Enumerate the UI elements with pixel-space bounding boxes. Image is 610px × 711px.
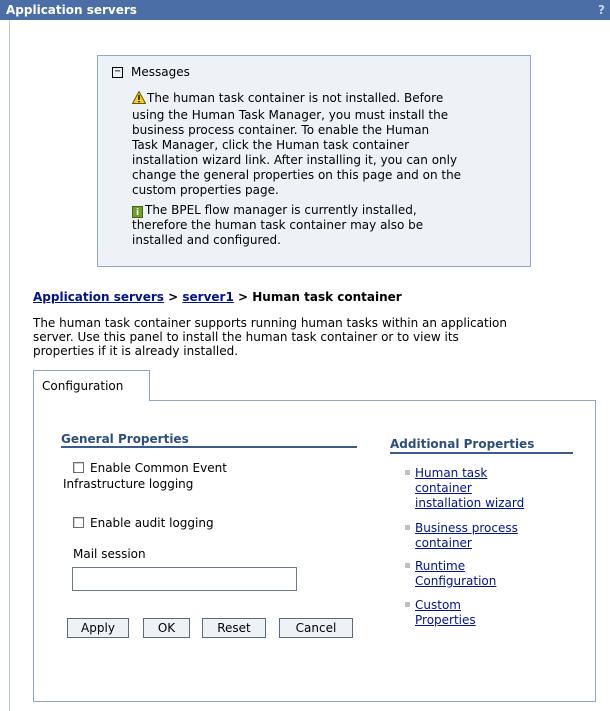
link-line: installation wizard bbox=[415, 496, 525, 510]
info-message: i The BPEL flow manager is currently inst… bbox=[132, 203, 516, 248]
additional-properties-title: Additional Properties bbox=[390, 437, 535, 451]
warning-line: installation wizard link. After installi… bbox=[132, 153, 458, 167]
mail-session-input[interactable] bbox=[72, 567, 297, 591]
tab-configuration[interactable]: Configuration bbox=[33, 370, 150, 401]
bullet-icon bbox=[405, 525, 410, 530]
link-line: Business process bbox=[415, 521, 518, 535]
link-line: Configuration bbox=[415, 574, 497, 588]
warning-icon bbox=[131, 90, 147, 108]
bullet-icon bbox=[405, 602, 410, 607]
reset-button[interactable]: Reset bbox=[202, 618, 266, 638]
list-item: Human task container installation wizard bbox=[405, 466, 565, 511]
section-divider bbox=[390, 452, 573, 454]
breadcrumb-separator: > bbox=[233, 290, 253, 304]
business-process-container-link[interactable]: Business process container bbox=[415, 521, 565, 551]
messages-header-label: Messages bbox=[131, 65, 190, 79]
messages-header[interactable]: − Messages bbox=[112, 65, 190, 79]
link-line: container bbox=[415, 536, 472, 550]
bullet-icon bbox=[405, 470, 410, 475]
breadcrumb-link-application-servers[interactable]: Application servers bbox=[33, 290, 164, 304]
section-divider bbox=[61, 446, 357, 448]
cei-logging-checkbox[interactable] bbox=[73, 462, 84, 473]
ok-button[interactable]: OK bbox=[143, 618, 190, 638]
warning-line: change the general properties on this pa… bbox=[132, 168, 462, 182]
bullet-icon bbox=[405, 563, 410, 568]
page-description: The human task container supports runnin… bbox=[33, 316, 603, 358]
page-title: Application servers bbox=[6, 3, 137, 17]
link-line: Custom bbox=[415, 598, 461, 612]
warning-message: The human task container is not installe… bbox=[131, 90, 516, 198]
audit-logging-label: Enable audit logging bbox=[90, 516, 214, 530]
warning-line: business process container. To enable th… bbox=[132, 123, 430, 137]
breadcrumb: Application servers > server1 > Human ta… bbox=[33, 290, 402, 304]
list-item: Custom Properties bbox=[405, 598, 565, 628]
title-bar: Application servers ? bbox=[0, 0, 610, 20]
info-line: therefore the human task container may a… bbox=[132, 218, 424, 232]
audit-logging-option: Enable audit logging bbox=[73, 516, 214, 530]
help-icon[interactable]: ? bbox=[598, 3, 605, 17]
cancel-button[interactable]: Cancel bbox=[279, 618, 353, 638]
warning-line: Task Manager, click the Human task conta… bbox=[132, 138, 410, 152]
left-border bbox=[9, 20, 10, 711]
audit-logging-checkbox[interactable] bbox=[73, 517, 84, 528]
description-line: properties if it is already installed. bbox=[33, 344, 239, 358]
collapse-icon[interactable]: − bbox=[112, 67, 123, 78]
human-task-container-installation-wizard-link[interactable]: Human task container installation wizard bbox=[415, 466, 565, 511]
messages-box: − Messages The human task container is no… bbox=[97, 55, 531, 267]
breadcrumb-separator: > bbox=[163, 290, 183, 304]
info-line: installed and configured. bbox=[132, 233, 281, 247]
warning-line: using the Human Task Manager, you must i… bbox=[132, 108, 449, 122]
mail-session-label: Mail session bbox=[73, 547, 146, 561]
warning-line: The human task container is not installe… bbox=[147, 91, 444, 105]
description-line: The human task container supports runnin… bbox=[33, 316, 507, 330]
link-line: Runtime bbox=[415, 559, 466, 573]
general-properties-title: General Properties bbox=[61, 432, 189, 446]
list-item: Runtime Configuration bbox=[405, 559, 565, 589]
runtime-configuration-link[interactable]: Runtime Configuration bbox=[415, 559, 565, 589]
description-line: server. Use this panel to install the hu… bbox=[33, 330, 459, 344]
cei-logging-label: Enable Common Event bbox=[90, 461, 227, 475]
cei-logging-label: Infrastructure logging bbox=[63, 477, 194, 491]
warning-line: custom properties page. bbox=[132, 183, 279, 197]
info-line: The BPEL flow manager is currently insta… bbox=[145, 203, 417, 217]
link-line: Human task bbox=[415, 466, 488, 480]
breadcrumb-link-server1[interactable]: server1 bbox=[182, 290, 233, 304]
cei-logging-option: Enable Common Event Infrastructure loggi… bbox=[63, 460, 323, 492]
info-icon: i bbox=[132, 206, 143, 218]
custom-properties-link[interactable]: Custom Properties bbox=[415, 598, 565, 628]
breadcrumb-current: Human task container bbox=[252, 290, 402, 304]
list-item: Business process container bbox=[405, 521, 565, 551]
link-line: container bbox=[415, 481, 472, 495]
link-line: Properties bbox=[415, 613, 476, 627]
apply-button[interactable]: Apply bbox=[67, 618, 129, 638]
